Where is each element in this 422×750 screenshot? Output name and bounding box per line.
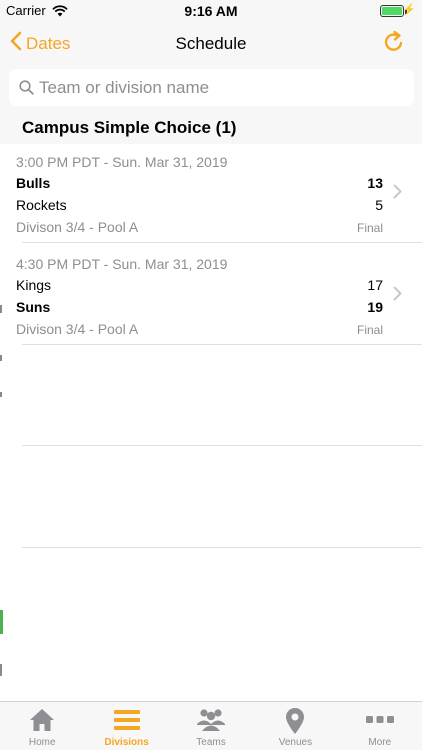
team-name: Kings [16,277,52,293]
tab-label: More [368,737,392,748]
tab-bar: Home Divisions Teams Venues More [0,701,422,750]
refresh-icon [382,30,406,58]
edge-decoration [0,355,2,361]
tab-venues[interactable]: Venues [253,702,337,750]
search-icon [19,80,34,100]
home-icon [28,707,56,738]
game-row[interactable]: 4:30 PM PDT - Sun. Mar 31, 2019 Kings 17… [0,246,422,348]
search-input[interactable] [39,69,399,106]
clock-label: 9:16 AM [184,3,238,19]
navigation-bar: Dates Schedule [0,22,422,66]
division-label: Divison 3/4 - Pool A [16,321,139,337]
chevron-right-icon [393,286,402,306]
game-time: 4:30 PM PDT - Sun. Mar 31, 2019 [16,256,228,272]
row-separator [22,445,422,446]
chevron-right-icon [393,184,402,204]
charging-bolt-icon: ⚡ [402,4,416,16]
people-icon [196,707,226,738]
section-header: Campus Simple Choice (1) [0,110,422,144]
battery-icon [380,5,407,17]
game-status: Final [356,323,383,337]
team-name: Suns [16,299,51,315]
edge-decoration [0,610,3,634]
game-time: 3:00 PM PDT - Sun. Mar 31, 2019 [16,154,228,170]
team-name: Bulls [16,175,51,191]
tab-label: Divisions [104,737,149,748]
game-row[interactable]: 3:00 PM PDT - Sun. Mar 31, 2019 Bulls 13… [0,144,422,246]
list-icon [113,707,141,738]
tab-home[interactable]: Home [0,702,84,750]
division-label: Divison 3/4 - Pool A [16,219,139,235]
team-score: 19 [367,299,383,315]
search-bar [0,66,422,110]
row-separator [22,344,422,345]
team-name: Rockets [16,197,67,213]
search-box[interactable] [9,69,414,106]
status-bar: Carrier 9:16 AM ⚡ [0,0,422,22]
team-score: 17 [367,277,383,293]
tab-label: Home [28,737,56,748]
team-score: 13 [367,175,383,191]
team-score: 5 [375,197,383,213]
tab-label: Teams [196,737,226,748]
tab-divisions[interactable]: Divisions [84,702,168,750]
section-title: Campus Simple Choice (1) [22,118,237,137]
row-separator [22,547,422,548]
game-status: Final [356,221,383,235]
row-separator [22,242,422,243]
tab-more[interactable]: More [338,702,422,750]
more-icon [365,712,394,730]
page-title: Schedule [175,34,247,53]
tab-teams[interactable]: Teams [169,702,253,750]
edge-decoration [0,392,2,397]
edge-decoration [0,664,2,676]
map-pin-icon [284,707,306,740]
refresh-button[interactable] [382,30,406,59]
tab-label: Venues [278,737,313,748]
